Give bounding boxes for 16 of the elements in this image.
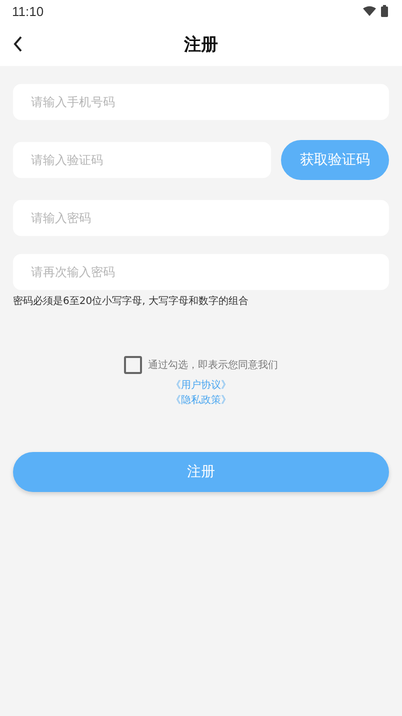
get-code-button[interactable]: 获取验证码	[281, 140, 389, 180]
agreement-checkbox[interactable]	[124, 356, 142, 374]
register-button[interactable]: 注册	[13, 452, 389, 492]
input-field[interactable]: 请输入手机号码	[13, 84, 389, 120]
status-time: 11:10	[12, 4, 44, 18]
battery-icon	[381, 5, 388, 17]
wifi-icon	[363, 6, 376, 16]
policy-link[interactable]: 《隐私政策》	[171, 393, 231, 408]
input-field[interactable]: 请再次输入密码	[13, 254, 389, 290]
password-hint: 密码必须是6至20位小写字母, 大写字母和数字的组合	[13, 294, 250, 308]
policy-link[interactable]: 《用户协议》	[171, 378, 231, 393]
back-icon[interactable]	[13, 36, 23, 52]
page-title: 注册	[184, 34, 218, 56]
input-field[interactable]: 请输入验证码	[13, 142, 271, 178]
agreement-text: 通过勾选，即表示您同意我们	[148, 358, 278, 372]
input-field[interactable]: 请输入密码	[13, 200, 389, 236]
